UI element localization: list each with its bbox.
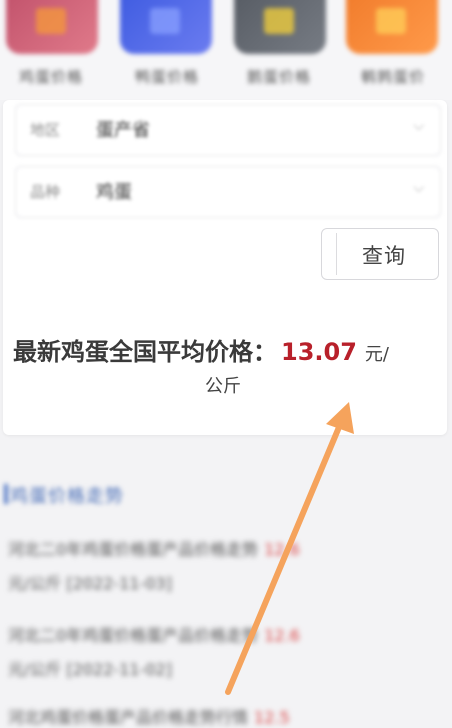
list-item[interactable]: 河北鸡蛋价格蛋产品价格走势行情 12.5	[8, 704, 438, 728]
type-value: 鸡蛋	[96, 182, 132, 203]
price-value: 13.07	[281, 338, 357, 366]
price-prefix: 最新鸡蛋全国平均价格：	[13, 338, 277, 366]
news-price: 12.5	[254, 708, 290, 727]
news-price: 12.6	[264, 626, 300, 645]
chevron-down-icon: ⌵	[413, 118, 424, 134]
price-query-card: 地区 蛋产省 ⌵ 品种 鸡蛋 ⌵ 查询 最新鸡蛋全国平均价格： 13.07 元/ 公…	[3, 100, 447, 435]
news-title: 河北鸡蛋价格蛋产品价格走势行情	[8, 708, 249, 727]
news-price: 12.6	[264, 540, 300, 559]
price-unit: 元/	[364, 344, 389, 365]
category-label: 鸡蛋价格	[18, 68, 83, 86]
category-tile-duck-egg[interactable]	[120, 0, 212, 54]
list-item[interactable]: 河北二0年鸡蛋价格蛋产品价格走势 12.6 元/公斤 [2022-11-02]	[8, 622, 438, 680]
category-label: 鸭蛋价格	[134, 68, 199, 86]
category-tile-quail-egg[interactable]	[346, 0, 438, 54]
category-label: 鹌鹑蛋价	[360, 68, 425, 86]
query-button-label: 查询	[362, 244, 406, 268]
type-label: 品种	[30, 183, 61, 201]
price-unit-continued: 公斤	[205, 376, 241, 397]
news-date: 元/公斤 [2022-11-03]	[8, 574, 172, 593]
national-average-price: 最新鸡蛋全国平均价格： 13.07 元/	[13, 332, 389, 367]
chevron-down-icon: ⌵	[413, 180, 424, 196]
category-label: 鹅蛋价格	[246, 68, 311, 86]
news-date: 元/公斤 [2022-11-02]	[8, 660, 172, 679]
news-title: 河北二0年鸡蛋价格蛋产品价格走势	[8, 540, 259, 559]
type-select[interactable]: 品种 鸡蛋 ⌵	[15, 166, 441, 218]
category-tile-egg[interactable]	[6, 0, 98, 54]
region-label: 地区	[30, 121, 61, 139]
news-title: 河北二0年鸡蛋价格蛋产品价格走势	[8, 626, 259, 645]
region-select[interactable]: 地区 蛋产省 ⌵	[15, 104, 441, 156]
category-strip: 鸡蛋价格 鸭蛋价格 鹅蛋价格 鹌鹑蛋价	[0, 0, 452, 100]
news-section-title: 鸡蛋价格走势	[4, 482, 124, 508]
region-value: 蛋产省	[96, 120, 150, 141]
button-divider	[336, 233, 337, 275]
list-item[interactable]: 河北二0年鸡蛋价格蛋产品价格走势 12.6 元/公斤 [2022-11-03]	[8, 536, 438, 594]
category-tile-goose-egg[interactable]	[234, 0, 326, 54]
query-button[interactable]: 查询	[321, 228, 439, 280]
